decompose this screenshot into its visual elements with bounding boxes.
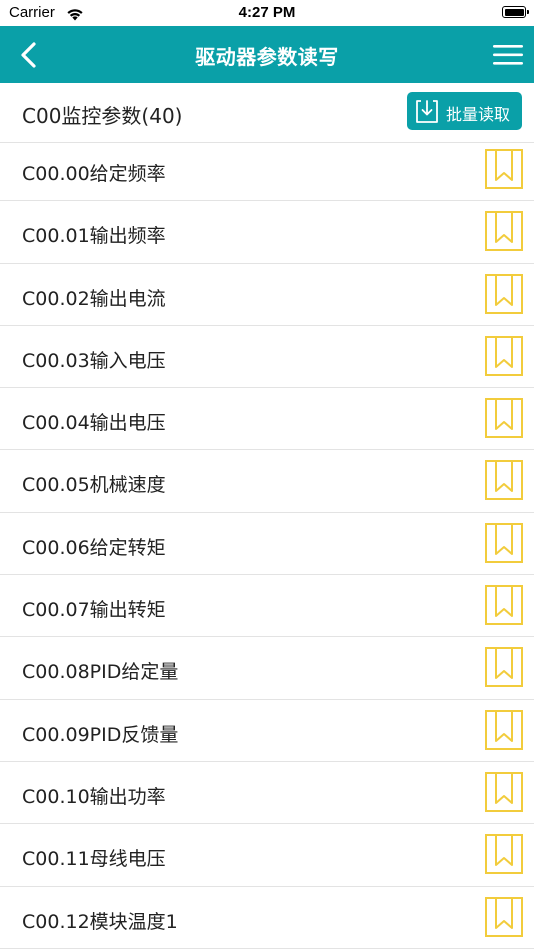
param-label: C00.00给定频率	[22, 163, 166, 185]
list-item[interactable]: C00.07输出转矩	[0, 575, 534, 638]
param-label: C00.10输出功率	[22, 785, 166, 808]
bookmark-icon[interactable]	[485, 896, 523, 937]
param-label: C00.07输出转矩	[22, 599, 166, 622]
list-item[interactable]: C00.01输出频率	[0, 201, 534, 264]
param-label: C00.06给定转矩	[22, 536, 166, 559]
bookmark-icon[interactable]	[485, 211, 523, 252]
list-item[interactable]: C00.08PID给定量	[0, 637, 534, 700]
bookmark-icon[interactable]	[485, 771, 523, 812]
list-item[interactable]: C00.06给定转矩	[0, 513, 534, 576]
bookmark-icon[interactable]	[485, 460, 523, 501]
list-item[interactable]: C00.12模块温度1	[0, 887, 534, 949]
battery-icon	[502, 6, 529, 18]
list-item[interactable]: C00.09PID反馈量	[0, 700, 534, 762]
param-label: C00.11母线电压	[22, 848, 166, 871]
bookmark-icon[interactable]	[485, 834, 523, 875]
list-item[interactable]: C00.03输入电压	[0, 326, 534, 389]
param-label: C00.04输出电压	[22, 412, 166, 435]
clock: 4:27 PM	[238, 4, 296, 21]
section-title: C00监控参数(40)	[22, 104, 183, 128]
list-item[interactable]: C00.11母线电压	[0, 824, 534, 887]
param-label: C00.02输出电流	[22, 287, 166, 310]
list-item[interactable]: C00.00给定频率	[0, 139, 534, 202]
param-label: C00.01输出频率	[22, 225, 166, 248]
param-label: C00.12模块温度1	[22, 910, 178, 933]
bookmark-icon[interactable]	[485, 522, 523, 563]
hamburger-menu-icon	[493, 45, 523, 65]
batch-read-label: 批量读取	[446, 105, 511, 124]
bookmark-icon[interactable]	[485, 273, 523, 314]
param-label: C00.03输入电压	[22, 349, 166, 372]
param-label: C00.09PID反馈量	[22, 723, 179, 746]
bookmark-icon[interactable]	[485, 149, 523, 189]
page-title: 驱动器参数读写	[195, 45, 339, 69]
bookmark-icon[interactable]	[485, 647, 523, 688]
download-icon	[416, 100, 438, 123]
status-bar: Carrier 4:27 PM	[0, 0, 534, 26]
param-label: C00.08PID给定量	[22, 661, 179, 684]
param-label: C00.05机械速度	[22, 474, 166, 497]
bookmark-icon[interactable]	[485, 398, 523, 439]
list-item[interactable]: C00.02输出电流	[0, 264, 534, 326]
list-item[interactable]: C00.04输出电压	[0, 388, 534, 451]
batch-read-button[interactable]: 批量读取	[407, 92, 522, 130]
section-header: C00监控参数(40) 批量读取	[0, 83, 534, 143]
bookmark-icon[interactable]	[485, 709, 523, 750]
navigation-bar: 驱动器参数读写	[0, 26, 534, 83]
list-item[interactable]: C00.10输出功率	[0, 762, 534, 825]
menu-button[interactable]	[492, 40, 524, 70]
param-list: C00.00给定频率 C00.01输出频率 C00.02输出电流 C00.03输…	[0, 139, 534, 949]
bookmark-icon[interactable]	[485, 585, 523, 626]
bookmark-icon[interactable]	[485, 335, 523, 376]
list-item[interactable]: C00.05机械速度	[0, 450, 534, 513]
